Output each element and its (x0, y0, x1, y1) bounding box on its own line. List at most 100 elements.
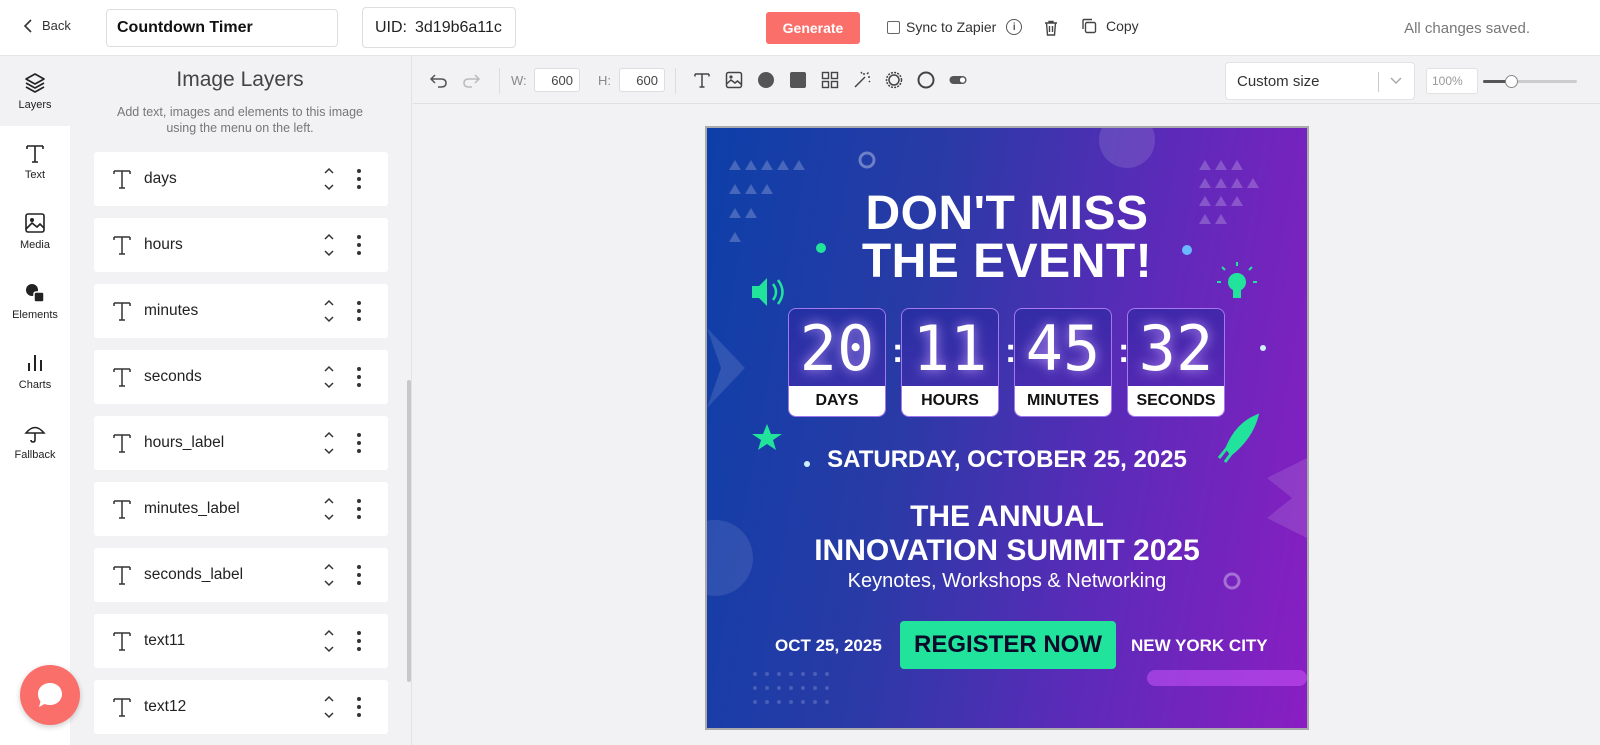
layer-row[interactable]: minutes (94, 284, 388, 338)
magic-wand-icon[interactable] (852, 70, 872, 90)
copy-label: Copy (1106, 18, 1139, 34)
reorder-arrows-icon[interactable] (323, 430, 335, 456)
nav-media[interactable]: Media (0, 196, 70, 266)
reorder-arrows-icon[interactable] (323, 694, 335, 720)
text-layer-icon (113, 368, 131, 387)
reorder-arrows-icon[interactable] (323, 298, 335, 324)
reorder-arrows-icon[interactable] (323, 232, 335, 258)
back-button[interactable]: Back (22, 18, 71, 33)
headline-line-1: DON'T MISS (865, 187, 1149, 240)
grid-icon[interactable] (820, 70, 840, 90)
layer-row[interactable]: minutes_label (94, 482, 388, 536)
sync-zapier[interactable]: Sync to Zapier i (887, 19, 1023, 35)
template-title-input[interactable] (106, 9, 338, 47)
more-options-icon[interactable] (357, 697, 361, 717)
uid-display: UID: 3d19b6a11c (362, 7, 516, 48)
image-icon (25, 213, 45, 233)
more-options-icon[interactable] (357, 169, 361, 189)
timer-minutes-value: 45 (1025, 312, 1101, 385)
reorder-arrows-icon[interactable] (323, 628, 335, 654)
nav-elements[interactable]: Elements (0, 266, 70, 336)
timer-days[interactable]: 20 DAYS (788, 308, 886, 417)
shapes-icon (26, 284, 45, 303)
layer-row[interactable]: seconds (94, 350, 388, 404)
text-layer-icon (113, 500, 131, 519)
more-options-icon[interactable] (357, 367, 361, 387)
layer-row[interactable]: seconds_label (94, 548, 388, 602)
text-layer-icon (113, 632, 131, 651)
timer-seconds[interactable]: 32 SECONDS (1127, 308, 1225, 417)
size-select[interactable]: Custom size (1225, 62, 1415, 100)
timer-hours-label: HOURS (902, 386, 998, 416)
toggle-icon[interactable] (948, 70, 968, 90)
trash-icon[interactable] (1042, 19, 1060, 37)
nav-fallback-label: Fallback (14, 449, 56, 461)
more-options-icon[interactable] (357, 499, 361, 519)
zoom-slider-thumb[interactable] (1505, 75, 1519, 88)
add-circle-icon[interactable] (756, 70, 776, 90)
add-image-icon[interactable] (724, 70, 744, 90)
layers-panel-title: Image Layers (176, 68, 304, 91)
more-options-icon[interactable] (357, 235, 361, 255)
timer-hours-value: 11 (912, 312, 988, 385)
add-text-icon[interactable] (692, 70, 712, 90)
height-input[interactable] (619, 68, 665, 92)
width-label: W: (511, 73, 527, 88)
info-icon[interactable]: i (1006, 19, 1023, 35)
more-options-icon[interactable] (357, 631, 361, 651)
undo-icon[interactable] (429, 70, 449, 90)
layer-name: hours (144, 236, 183, 253)
chat-button[interactable] (20, 665, 80, 725)
layer-row[interactable]: text11 (94, 614, 388, 668)
nav-charts-label: Charts (18, 379, 52, 391)
chart-icon (28, 355, 42, 371)
more-options-icon[interactable] (357, 565, 361, 585)
zoom-slider[interactable] (1483, 75, 1577, 88)
register-now-button[interactable]: REGISTER NOW (900, 621, 1116, 669)
layer-row[interactable]: hours (94, 218, 388, 272)
event-date: SATURDAY, OCTOBER 25, 2025 (827, 446, 1187, 473)
reorder-arrows-icon[interactable] (323, 562, 335, 588)
sync-zapier-checkbox[interactable] (887, 20, 900, 34)
more-options-icon[interactable] (357, 433, 361, 453)
layer-row[interactable]: text12 (94, 680, 388, 734)
copy-button[interactable]: Copy (1080, 17, 1139, 35)
layer-row[interactable]: days (94, 152, 388, 206)
event-title-line-1: THE ANNUAL (910, 500, 1104, 533)
add-rectangle-icon[interactable] (788, 70, 808, 90)
layer-name: seconds_label (144, 566, 244, 583)
text-layer-icon (113, 434, 131, 453)
more-options-icon[interactable] (357, 301, 361, 321)
text-layer-icon (113, 698, 131, 717)
text-layer-icon (113, 302, 131, 321)
badge-icon[interactable] (884, 70, 904, 90)
nav-charts[interactable]: Charts (0, 336, 70, 406)
umbrella-icon (24, 426, 46, 443)
redo-icon[interactable] (461, 70, 481, 90)
event-title: THE ANNUAL INNOVATION SUMMIT 2025 (707, 500, 1307, 568)
timer-minutes[interactable]: 45 MINUTES (1014, 308, 1112, 417)
nav-fallback[interactable]: Fallback (0, 406, 70, 476)
reorder-arrows-icon[interactable] (323, 364, 335, 390)
design-canvas[interactable]: DON'T MISS THE EVENT! 20 DAYS : 11 HOURS… (705, 126, 1309, 730)
nav-layers[interactable]: Layers (0, 56, 70, 126)
generate-button[interactable]: Generate (766, 12, 860, 44)
layers-scrollbar[interactable] (407, 380, 411, 682)
timer-hours[interactable]: 11 HOURS (901, 308, 999, 417)
nav-text[interactable]: Text (0, 126, 70, 196)
editor-toolbar: W: H: Custom size 100% (413, 56, 1600, 104)
height-label: H: (598, 73, 611, 88)
layer-row[interactable]: hours_label (94, 416, 388, 470)
text-layer-icon (113, 566, 131, 585)
text-layer-icon (113, 236, 131, 255)
layer-name: seconds (144, 368, 202, 385)
ring-icon[interactable] (916, 70, 936, 90)
layer-name: text12 (144, 698, 187, 715)
top-bar: Back UID: 3d19b6a11c Generate Sync to Za… (0, 0, 1600, 56)
layer-name: minutes (144, 302, 199, 319)
width-input[interactable] (534, 68, 580, 92)
reorder-arrows-icon[interactable] (323, 166, 335, 192)
event-title-line-2: INNOVATION SUMMIT 2025 (814, 534, 1200, 567)
layers-panel: Image Layers Add text, images and elemen… (70, 56, 412, 745)
reorder-arrows-icon[interactable] (323, 496, 335, 522)
